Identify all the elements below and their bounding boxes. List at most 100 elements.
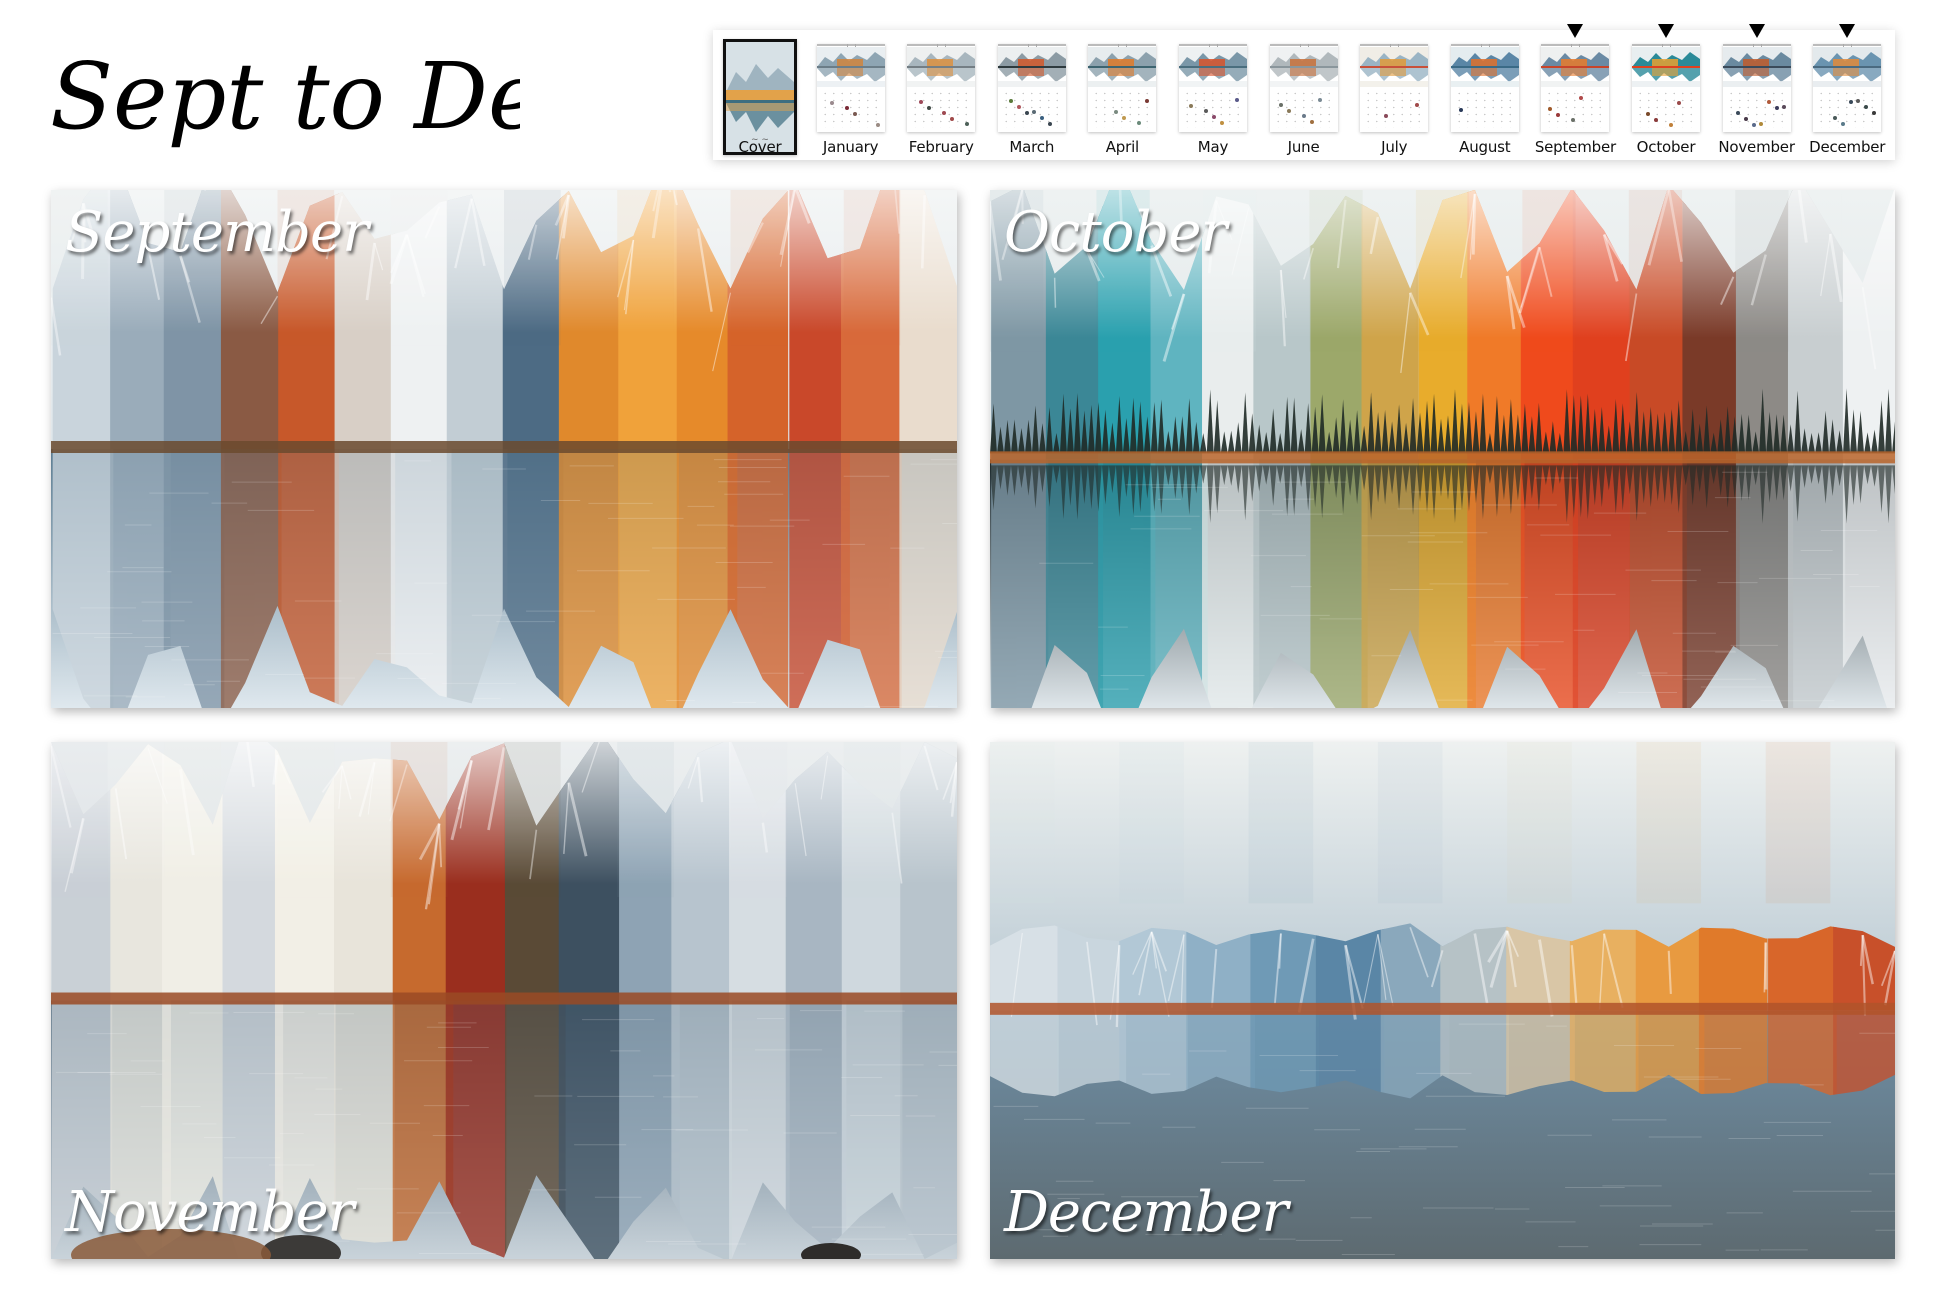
event-dot [1016, 105, 1021, 109]
event-dot [1758, 122, 1763, 126]
calendar-page-preview [1722, 44, 1791, 132]
event-dot [1301, 114, 1306, 118]
event-dot [1654, 118, 1658, 122]
event-dot [1766, 100, 1771, 104]
thumbnail-label: February [908, 138, 974, 156]
hanger-hook-icon [1027, 44, 1037, 47]
landscape-thumbnail [1179, 47, 1247, 87]
landscape-thumbnail: ~ ~ [726, 42, 794, 152]
calendar-page-preview [1179, 44, 1247, 132]
mini-calendar-grid [1817, 90, 1878, 128]
hanger-hook-icon [1662, 44, 1671, 47]
hanger-hook-icon [1118, 44, 1128, 47]
event-dot [1286, 109, 1291, 113]
thumbnail-label: May [1197, 138, 1229, 156]
event-dot [1008, 99, 1013, 103]
event-dot [1646, 112, 1650, 116]
event-dot [1212, 115, 1216, 119]
month-label: October [1004, 200, 1227, 265]
title-script: Sept to Dec [50, 43, 594, 150]
mini-calendar-grid [1636, 90, 1696, 128]
thumbnail-august[interactable]: August [1444, 36, 1526, 158]
page-title: Sept to Dec [40, 20, 594, 180]
event-dot [1122, 116, 1127, 120]
landscape-thumbnail [1813, 47, 1882, 87]
thumbnail-october[interactable]: October [1625, 24, 1707, 158]
thumbnail-cover[interactable]: ~ ~ Cover [719, 36, 801, 158]
event-dot [1204, 109, 1208, 113]
thumbnail-label: April [1105, 138, 1140, 156]
thumbnail-september[interactable]: September [1534, 24, 1616, 158]
event-dot [1278, 103, 1283, 107]
event-dot [1872, 111, 1877, 115]
event-dot [1039, 116, 1044, 120]
event-dot [829, 101, 834, 105]
event-dot [1833, 116, 1838, 120]
event-dot [1677, 101, 1681, 105]
event-dot [1556, 113, 1561, 117]
color-strip-reflection [900, 1000, 957, 1259]
mini-calendar-grid [1545, 90, 1606, 128]
event-dot [1864, 105, 1869, 109]
thumbnail-label: July [1381, 138, 1408, 156]
thumbnail-may[interactable]: May [1172, 36, 1254, 158]
event-dot [1669, 123, 1673, 127]
landscape-thumbnail [816, 47, 885, 87]
thumbnail-april[interactable]: April [1081, 36, 1163, 158]
thumbnail-july[interactable]: July [1353, 36, 1435, 158]
event-dot [852, 112, 857, 116]
thumbnail-label: September [1534, 138, 1616, 156]
shoreline [990, 1002, 1895, 1015]
event-dot [1415, 103, 1420, 107]
thumbnail-june[interactable]: June [1263, 36, 1345, 158]
down-arrow-marker-icon [1839, 24, 1856, 38]
thumbnail-march[interactable]: March [991, 36, 1073, 158]
thumbnail-label: January [822, 138, 879, 156]
event-dot [1751, 123, 1756, 127]
event-dot [1781, 105, 1786, 109]
calendar-page-preview [1269, 44, 1338, 132]
calendar-page-preview [1088, 44, 1157, 132]
event-dot [1841, 122, 1846, 126]
panel-october: October [990, 190, 1895, 708]
landscape-artwork [51, 190, 957, 708]
thumbnail-label: October [1636, 138, 1696, 156]
mini-calendar-grid [1092, 90, 1153, 128]
month-thumbnail-strip: ~ ~ Cover January February March April May June… [713, 24, 1895, 160]
hanger-hook-icon [1299, 44, 1309, 47]
thumbnail-january[interactable]: January [810, 36, 892, 158]
hanger-hook-icon [1209, 44, 1218, 47]
hanger-hook-icon [846, 44, 856, 47]
event-dot [1743, 117, 1748, 121]
mini-calendar-grid [1273, 90, 1334, 128]
calendar-page-preview [1632, 44, 1700, 132]
thumbnail-december[interactable]: December [1806, 24, 1888, 158]
landscape-thumbnail [1360, 47, 1429, 87]
mini-calendar-grid [1454, 90, 1515, 128]
event-dot [965, 122, 970, 126]
landscape-thumbnail [1632, 47, 1700, 87]
landscape-thumbnail [1450, 47, 1519, 87]
color-strip-reflection [991, 459, 1049, 708]
mini-calendar-grid [820, 90, 881, 128]
thumbnail-february[interactable]: February [900, 36, 982, 158]
landscape-thumbnail [1722, 47, 1791, 87]
event-dot [1548, 107, 1553, 111]
month-label: December [1004, 1180, 1288, 1245]
calendar-page-preview [907, 44, 976, 132]
month-label: September [65, 200, 369, 265]
thumbnail-november[interactable]: November [1716, 24, 1798, 158]
event-dot [1047, 122, 1052, 126]
event-dot [1774, 106, 1779, 110]
event-dot [927, 106, 932, 110]
event-dot [1145, 99, 1150, 103]
event-dot [950, 117, 955, 121]
calendar-page-preview [1813, 44, 1882, 132]
landscape-thumbnail [907, 47, 976, 87]
calendar-page-preview [1541, 44, 1610, 132]
hanger-hook-icon [1752, 44, 1762, 47]
panel-december: December [990, 742, 1895, 1259]
landscape-artwork [990, 190, 1895, 708]
event-dot [1571, 118, 1576, 122]
down-arrow-marker-icon [1748, 24, 1765, 38]
